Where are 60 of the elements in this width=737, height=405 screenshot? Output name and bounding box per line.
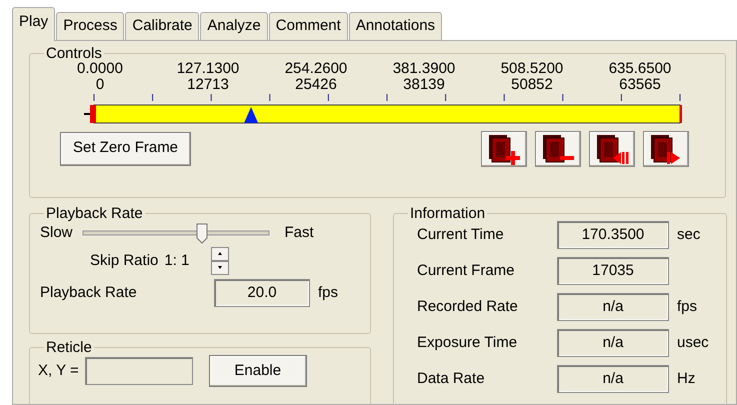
unit-label: fps [318,282,338,303]
frame-tool-button[interactable] [643,130,689,166]
unit-label: usec [677,332,709,353]
tab[interactable]: Process [56,12,124,40]
frame-label: 63565 [618,76,662,92]
frame-label: 50852 [510,76,554,92]
time-label: 508.5200 [500,61,564,77]
value-field: 17035 [557,257,669,285]
film-frame-icon [487,132,521,164]
unit-label: Hz [677,368,696,389]
value-field: 170.3500 [557,221,669,249]
position-marker[interactable] [244,106,258,122]
film-frame-icon [595,132,629,164]
frame-tool-button[interactable] [589,130,635,166]
field-label: Recorded Rate [417,296,519,317]
tab[interactable]: Play [12,7,56,41]
tab[interactable]: Calibrate [125,12,200,40]
frame-tool-button[interactable] [535,130,581,166]
enable-button[interactable]: Enable [208,355,307,387]
time-label: 0.0000 [76,61,124,77]
set-zero-frame-button[interactable]: Set Zero Frame [60,132,192,166]
frame-label: 0 [94,76,106,92]
group-title: Playback Rate [45,206,144,221]
frame-tool-button[interactable] [481,130,527,166]
slider-label: Slow [40,222,73,243]
skip-ratio-value: 1: 1 [164,250,190,271]
field-label: Exposure Time [417,332,518,353]
skip-ratio-label: Skip Ratio [90,250,158,271]
field-label: X, Y = [38,360,79,381]
film-frame-icon [541,132,575,164]
group-title: Reticle [45,340,93,355]
frame-label: 38139 [402,76,446,92]
slider-thumb[interactable] [196,224,208,244]
value-field: n/a [557,329,669,357]
group-title: Controls [45,46,103,61]
tab[interactable]: Analyze [200,12,268,40]
field-label: Playback Rate [40,282,138,303]
down-arrow-icon [218,266,222,270]
value-field: n/a [557,365,669,393]
time-label: 381.3900 [392,61,456,77]
field-label: Current Time [417,224,505,245]
time-label: 635.6500 [608,61,672,77]
time-label: 254.2600 [284,61,348,77]
input-field[interactable] [84,357,193,385]
unit-label: sec [677,224,700,245]
slider-label: Fast [284,222,314,243]
group-title: Information [409,206,486,221]
tab[interactable]: Annotations [348,12,442,40]
field-label: Data Rate [417,368,486,389]
field-label: Current Frame [417,260,516,281]
frame-label: 25426 [294,76,338,92]
tab[interactable]: Comment [268,12,348,40]
time-label: 127.1300 [176,61,240,77]
spin-up-button[interactable] [211,247,230,261]
frame-label: 12713 [186,76,230,92]
unit-label: fps [677,296,698,317]
up-arrow-icon [218,252,222,256]
value-field: n/a [557,293,669,321]
value-field: 20.0 [214,279,310,307]
spin-down-button[interactable] [211,261,230,275]
